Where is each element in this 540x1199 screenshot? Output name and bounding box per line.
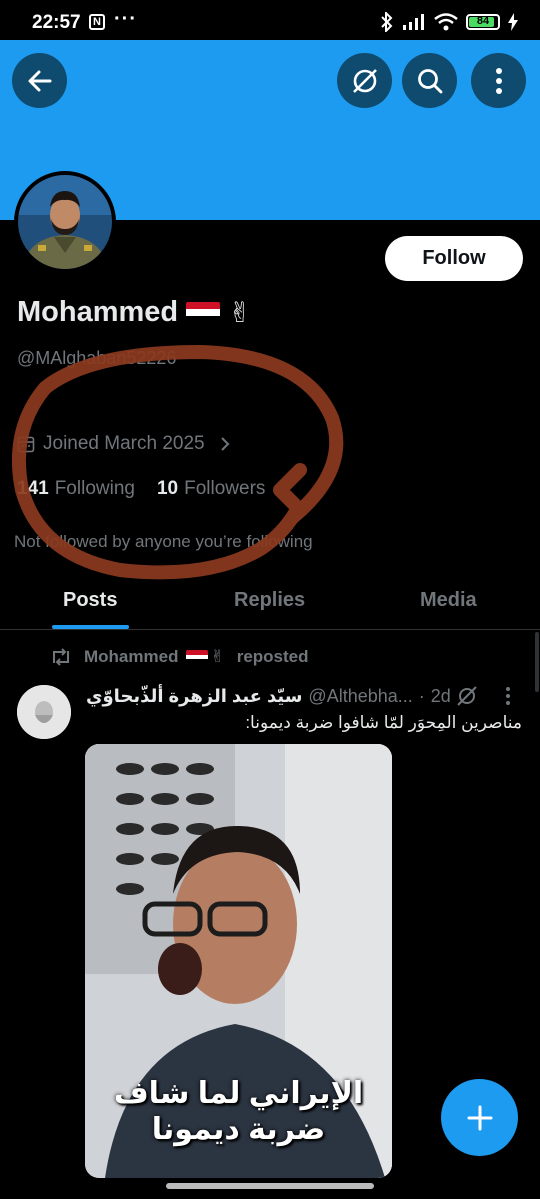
post-video[interactable]: الإيراني لما شاف ضربة ديمونا (85, 744, 392, 1178)
post-author-name[interactable]: سيّد عبد الزهرة ألذّبحاوّي (86, 686, 302, 707)
signal-icon (403, 14, 424, 30)
iraq-flag-icon (186, 301, 221, 324)
followers-count: 10 (156, 478, 179, 499)
post-author-avatar[interactable] (17, 685, 71, 739)
not-followed-notice: Not followed by anyone you’re following (14, 532, 313, 551)
repost-indicator[interactable]: Mohammed ✌ reposted (50, 647, 309, 667)
post-text: مناصرين المِحوَر لمّا شافوا ضربة ديمونا: (245, 713, 522, 732)
charging-icon (508, 13, 518, 31)
display-name-text: Mohammed (17, 296, 179, 328)
profile-tabs: Posts Replies Media (0, 578, 540, 630)
battery-level: 84 (476, 15, 490, 27)
post-grok-icon[interactable] (456, 685, 478, 707)
status-time: 22:57 (32, 12, 81, 33)
active-tab-indicator (52, 625, 129, 629)
post-more-icon[interactable] (505, 686, 511, 706)
following-label: Following (54, 478, 135, 499)
following-link[interactable]: 141 Following (17, 478, 135, 500)
search-icon (417, 68, 442, 93)
avatar-photo (18, 175, 112, 269)
profile-avatar[interactable] (14, 171, 116, 273)
joined-info[interactable]: Joined March 2025 (17, 433, 231, 455)
post-header: سيّد عبد الزهرة ألذّبحاوّي @Althebha... … (86, 686, 451, 707)
more-vertical-icon (495, 67, 502, 94)
calendar-icon (17, 436, 35, 453)
grok-icon (352, 68, 377, 93)
victory-hand-icon: ✌ (228, 297, 252, 328)
follow-counts: 141 Following 10 Followers (17, 478, 265, 500)
victory-hand-icon: ✌ (210, 647, 225, 666)
battery-icon: 84 (466, 14, 500, 30)
post-time: 2d (430, 686, 451, 706)
video-caption: الإيراني لما شاف ضربة ديمونا (85, 1076, 392, 1148)
following-count: 141 (17, 478, 49, 499)
back-button[interactable] (12, 53, 67, 108)
wifi-icon (434, 13, 458, 31)
repost-label: reposted (236, 647, 309, 666)
tab-media[interactable]: Media (420, 589, 477, 612)
followers-label: Followers (184, 478, 266, 499)
grok-button[interactable] (337, 53, 392, 108)
plus-icon (467, 1105, 492, 1130)
video-caption-line2: ضربة ديمونا (151, 1113, 326, 1146)
search-button[interactable] (402, 53, 457, 108)
joined-text: Joined March 2025 (43, 433, 205, 454)
tab-replies[interactable]: Replies (234, 589, 305, 612)
notification-icon: N (89, 14, 105, 30)
back-arrow-icon (28, 70, 51, 91)
compose-post-button[interactable] (441, 1079, 518, 1156)
status-icons: 84 (380, 12, 518, 32)
repost-icon (53, 648, 69, 666)
status-bar: 22:57 N ··· 84 (0, 0, 540, 44)
more-button[interactable] (471, 53, 526, 108)
iraq-flag-icon (186, 650, 209, 664)
bluetooth-icon (381, 12, 393, 32)
chevron-right-icon (220, 437, 230, 451)
followers-link[interactable]: 10 Followers (157, 478, 265, 500)
profile-handle: @MAlghaban52226 (17, 348, 177, 368)
follow-button[interactable]: Follow (385, 236, 523, 281)
repost-user: Mohammed (84, 647, 179, 666)
tab-posts[interactable]: Posts (63, 589, 117, 612)
video-caption-line1: الإيراني لما شاف (113, 1077, 364, 1110)
scrollbar[interactable] (535, 632, 539, 692)
post-author-handle[interactable]: @Althebha... (308, 686, 412, 707)
home-indicator[interactable] (166, 1183, 374, 1189)
more-notifications-icon: ··· (114, 8, 137, 30)
display-name: Mohammed ✌ (17, 296, 252, 329)
post-separator: · (418, 686, 425, 706)
